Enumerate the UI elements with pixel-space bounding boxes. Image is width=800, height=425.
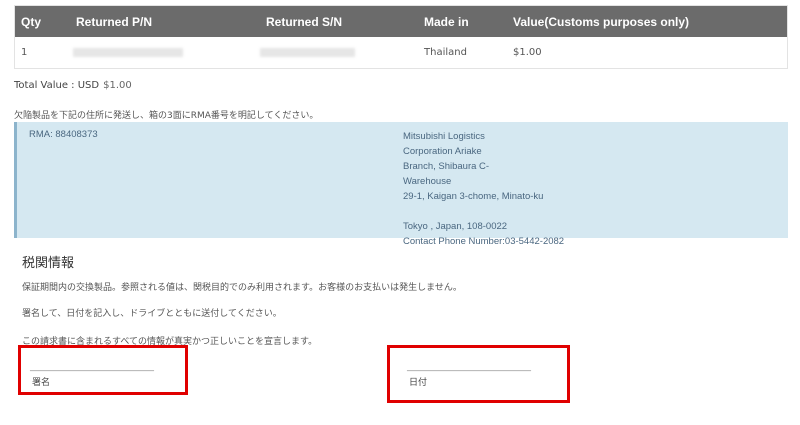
- address-line: Mitsubishi Logistics: [403, 131, 485, 142]
- shipping-address: Mitsubishi Logistics Corporation Ariake …: [403, 129, 603, 249]
- total-label: Total Value : USD: [14, 80, 100, 91]
- redacted-serial-number: [260, 48, 355, 57]
- header-returned-sn: Returned S/N: [266, 15, 343, 29]
- signature-highlight-box: [18, 345, 188, 395]
- date-highlight-box: [387, 345, 570, 403]
- returns-table: Qty Returned P/N Returned S/N Made in Va…: [14, 5, 788, 69]
- table-header-row: Qty Returned P/N Returned S/N Made in Va…: [15, 6, 787, 37]
- address-line: Branch, Shibaura C-: [403, 161, 490, 172]
- customs-paragraph: 保証期間内の交換製品。参照される値は、関税目的でのみ利用されます。お客様のお支払…: [22, 283, 462, 293]
- cell-made-in: Thailand: [424, 47, 467, 58]
- table-row: 1 Thailand $1.00: [15, 37, 787, 68]
- address-line: Warehouse: [403, 176, 452, 187]
- shipping-info-box: RMA: 88408373 Mitsubishi Logistics Corpo…: [14, 122, 788, 247]
- shipping-instruction: 欠陥製品を下記の住所に発送し、箱の3面にRMA番号を明記してください。: [14, 111, 319, 121]
- header-value: Value(Customs purposes only): [513, 15, 690, 29]
- address-line: Contact Phone Number:03-5442-2082: [403, 236, 565, 247]
- customs-title: 税関情報: [22, 256, 75, 271]
- header-qty: Qty: [21, 15, 42, 29]
- cell-qty: 1: [21, 47, 28, 58]
- total-value: Total Value : USD $1.00: [14, 80, 132, 91]
- address-line: 29-1, Kaigan 3-chome, Minato-ku: [403, 191, 544, 202]
- header-returned-pn: Returned P/N: [76, 15, 153, 29]
- total-amount: $1.00: [103, 80, 132, 91]
- address-line: [403, 204, 603, 219]
- customs-paragraph: 署名して、日付を記入し、ドライブとともに送付してください。: [22, 309, 282, 319]
- address-line: Corporation Ariake: [403, 146, 482, 157]
- rma-number: RMA: 88408373: [29, 129, 98, 140]
- cell-value: $1.00: [513, 47, 542, 58]
- redacted-part-number: [73, 48, 183, 57]
- address-line: Tokyo , Japan, 108-0022: [403, 221, 508, 232]
- header-made-in: Made in: [424, 15, 469, 29]
